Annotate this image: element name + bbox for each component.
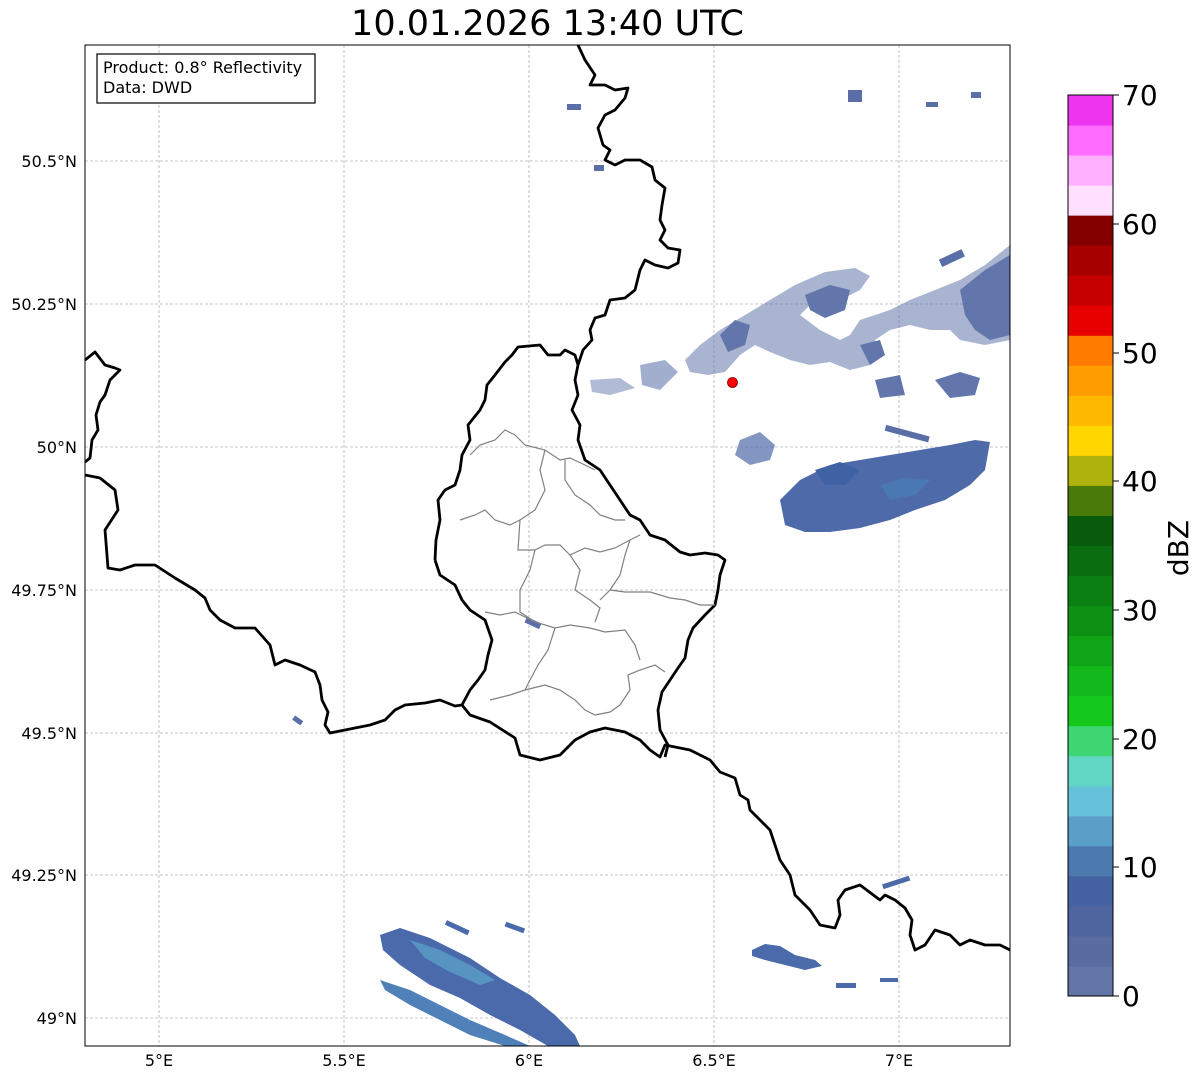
lat-tick-label: 49°N	[37, 1009, 77, 1028]
colorbar-segment	[1068, 575, 1113, 607]
colorbar-tick-label: 40	[1122, 465, 1158, 498]
colorbar-segment	[1068, 155, 1113, 186]
lat-tick-label: 49.25°N	[11, 866, 77, 885]
colorbar-segment	[1068, 305, 1113, 336]
colorbar-tick-label: 20	[1122, 723, 1158, 756]
colorbar: 0 10 20 30 40 50 60 70 dBZ	[1067, 79, 1195, 1013]
colorbar-segment	[1068, 95, 1113, 126]
lat-tick-label: 50.5°N	[21, 152, 77, 171]
colorbar-segment	[1068, 245, 1113, 276]
colorbar-segment	[1068, 965, 1113, 997]
info-data-source: Data: DWD	[103, 78, 192, 97]
lat-tick-label: 50°N	[37, 438, 77, 457]
colorbar-tick-label: 60	[1122, 208, 1158, 241]
colorbar-title: dBZ	[1162, 520, 1195, 576]
colorbar-segment	[1068, 815, 1113, 847]
radar-map: Product: 0.8° Reflectivity Data: DWD 5°E…	[11, 44, 1195, 1070]
colorbar-segment	[1068, 215, 1113, 246]
lat-tick-label: 49.5°N	[21, 724, 77, 743]
lat-tick-labels: 50.5°N 50.25°N 50°N 49.75°N 49.5°N 49.25…	[11, 152, 77, 1028]
info-box: Product: 0.8° Reflectivity Data: DWD	[96, 53, 316, 104]
colorbar-segment	[1068, 395, 1113, 426]
colorbar-segment	[1068, 545, 1113, 577]
radar-echoes	[292, 90, 1010, 1046]
colorbar-segment	[1068, 185, 1113, 216]
colorbar-segment	[1068, 725, 1113, 757]
colorbar-segment	[1068, 695, 1113, 727]
lon-tick-label: 7°E	[885, 1051, 913, 1070]
lon-tick-label: 6°E	[515, 1051, 543, 1070]
colorbar-tick-label: 50	[1122, 337, 1158, 370]
colorbar-segment	[1068, 755, 1113, 787]
colorbar-segment	[1068, 515, 1113, 546]
lat-tick-label: 49.75°N	[11, 581, 77, 600]
colorbar-tick-label: 30	[1122, 594, 1158, 627]
colorbar-segment	[1068, 785, 1113, 817]
lon-tick-label: 5.5°E	[322, 1051, 366, 1070]
colorbar-segment	[1068, 485, 1113, 516]
colorbar-segment	[1068, 365, 1113, 396]
colorbar-segment	[1068, 335, 1113, 366]
info-product: Product: 0.8° Reflectivity	[103, 58, 302, 77]
colorbar-segment	[1068, 665, 1113, 697]
colorbar-segment	[1068, 905, 1113, 937]
colorbar-segment	[1068, 935, 1113, 967]
lat-tick-label: 50.25°N	[11, 295, 77, 314]
colorbar-segment	[1068, 275, 1113, 306]
colorbar-tick-label: 0	[1122, 980, 1140, 1013]
colorbar-tick-label: 70	[1122, 79, 1158, 112]
colorbar-tick-label: 10	[1122, 851, 1158, 884]
radar-site-marker[interactable]	[727, 377, 738, 388]
colorbar-segments	[1068, 95, 1113, 997]
lon-tick-labels: 5°E 5.5°E 6°E 6.5°E 7°E	[145, 1051, 913, 1070]
colorbar-segment	[1068, 875, 1113, 907]
colorbar-segment	[1068, 125, 1113, 156]
colorbar-segment	[1068, 845, 1113, 877]
colorbar-segment	[1068, 605, 1113, 637]
lon-tick-label: 6.5°E	[692, 1051, 736, 1070]
colorbar-segment	[1068, 425, 1113, 456]
lon-tick-label: 5°E	[145, 1051, 173, 1070]
colorbar-segment	[1068, 635, 1113, 667]
colorbar-ticks: 0 10 20 30 40 50 60 70	[1113, 79, 1158, 1013]
colorbar-segment	[1068, 455, 1113, 486]
